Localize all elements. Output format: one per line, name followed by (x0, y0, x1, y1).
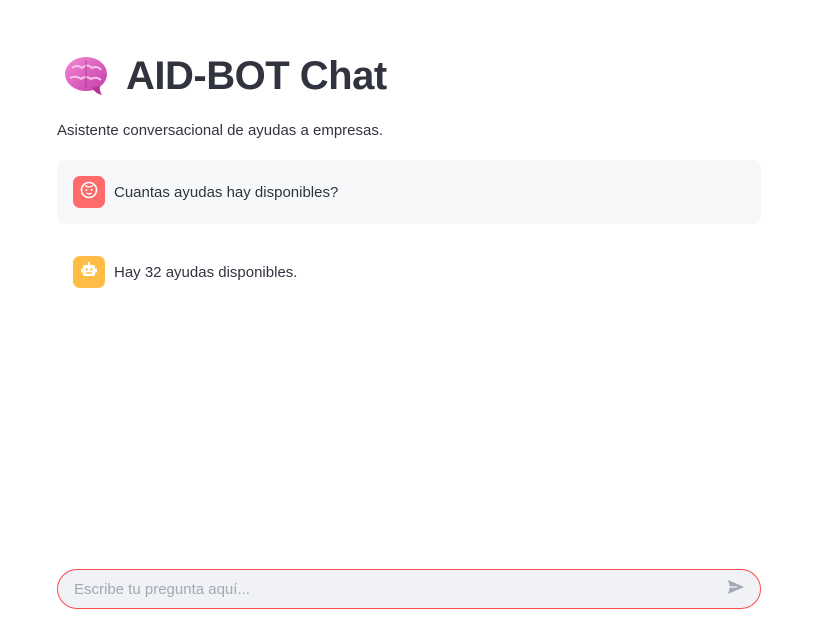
chat-input[interactable] (58, 569, 716, 609)
send-icon (726, 577, 746, 602)
chat-message-user: Cuantas ayudas hay disponibles? (57, 160, 761, 224)
chat-message-assistant: Hay 32 ayudas disponibles. (57, 240, 761, 304)
chat-input-container (57, 569, 761, 609)
assistant-avatar (73, 256, 105, 288)
message-text: Cuantas ayudas hay disponibles? (114, 183, 339, 201)
user-avatar (73, 176, 105, 208)
chat-app: AID-BOT Chat Asistente conversacional de… (0, 0, 822, 621)
title-row: AID-BOT Chat (62, 52, 387, 100)
brain-icon (62, 52, 110, 100)
user-face-icon (79, 180, 99, 205)
send-button[interactable] (716, 570, 756, 608)
page-subtitle: Asistente conversacional de ayudas a emp… (57, 122, 384, 139)
message-text: Hay 32 ayudas disponibles. (114, 263, 298, 281)
page-title: AID-BOT Chat (126, 54, 387, 98)
robot-icon (79, 260, 99, 285)
